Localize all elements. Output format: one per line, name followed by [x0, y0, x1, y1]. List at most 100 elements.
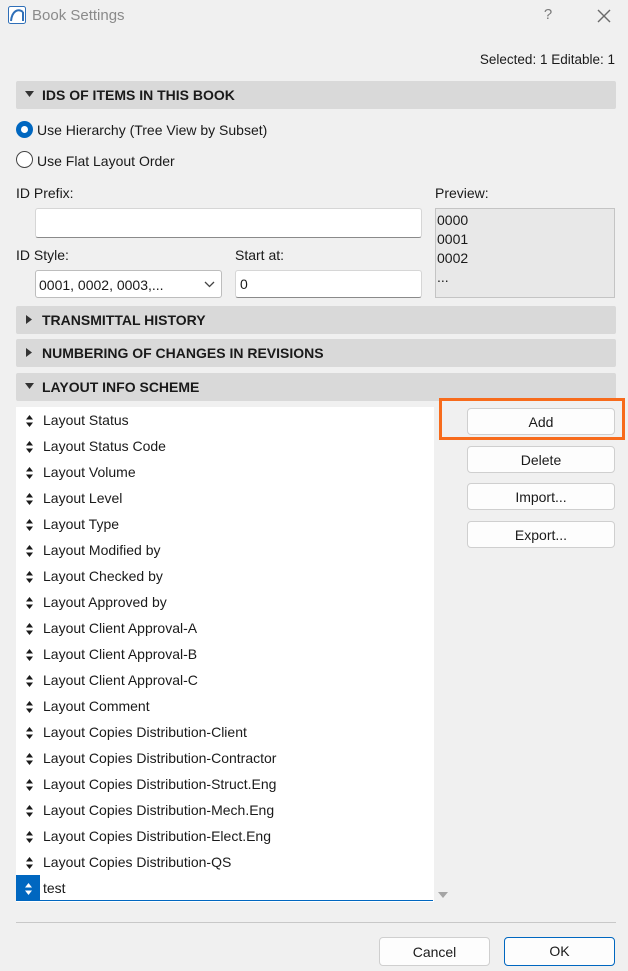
app-icon: [8, 6, 26, 24]
preview-line: 0001: [437, 231, 469, 247]
list-item-label: Layout Copies Distribution-Elect.Eng: [43, 828, 272, 844]
help-button[interactable]: ?: [536, 4, 560, 28]
list-item[interactable]: Layout Checked by: [16, 563, 434, 589]
drag-handle-icon[interactable]: [26, 518, 33, 534]
hierarchy-radio-label[interactable]: Use Hierarchy (Tree View by Subset): [37, 122, 267, 138]
list-item-label: Layout Client Approval-A: [43, 620, 198, 636]
drag-handle-icon[interactable]: [26, 726, 33, 742]
list-item[interactable]: Layout Approved by: [16, 589, 434, 615]
id-style-value: 0001, 0002, 0003,...: [39, 277, 164, 293]
list-item-edit-field[interactable]: [40, 875, 433, 901]
list-item-label: Layout Checked by: [43, 568, 163, 584]
close-icon: [597, 9, 611, 23]
footer-divider: [16, 922, 616, 923]
triangle-down-icon: [25, 383, 34, 389]
triangle-right-icon: [26, 348, 32, 357]
list-item-label: Layout Approved by: [43, 594, 167, 610]
id-style-select[interactable]: 0001, 0002, 0003,...: [35, 270, 222, 298]
id-style-label: ID Style:: [16, 247, 69, 263]
window-title: Book Settings: [32, 7, 125, 24]
list-item-label: Layout Client Approval-C: [43, 672, 198, 688]
drag-handle-icon[interactable]: [26, 778, 33, 794]
scroll-down-arrow-icon[interactable]: [438, 892, 448, 899]
preview-label: Preview:: [435, 185, 489, 201]
flat-order-radio-label[interactable]: Use Flat Layout Order: [37, 153, 175, 169]
list-item-label: Layout Copies Distribution-Struct.Eng: [43, 776, 277, 792]
list-item-label: Layout Copies Distribution-QS: [43, 854, 232, 870]
list-item[interactable]: Layout Copies Distribution-Struct.Eng: [16, 771, 434, 797]
preview-line: 0002: [437, 250, 469, 266]
section-layout-info-label: LAYOUT INFO SCHEME: [42, 379, 200, 395]
list-item-label: Layout Type: [43, 516, 120, 532]
drag-handle-icon[interactable]: [25, 882, 32, 898]
drag-handle-icon[interactable]: [26, 466, 33, 482]
list-item-label: Layout Comment: [43, 698, 150, 714]
list-item[interactable]: Layout Volume: [16, 459, 434, 485]
selection-info: Selected: 1 Editable: 1: [479, 52, 615, 67]
hierarchy-radio[interactable]: [16, 121, 33, 138]
flat-order-radio[interactable]: [16, 151, 33, 168]
drag-handle-icon[interactable]: [26, 570, 33, 586]
list-item[interactable]: Layout Copies Distribution-Contractor: [16, 745, 434, 771]
preview-line: 0000: [437, 212, 469, 228]
start-at-label: Start at:: [235, 247, 285, 263]
list-item-editing[interactable]: test: [16, 875, 434, 901]
list-item[interactable]: Layout Copies Distribution-Elect.Eng: [16, 823, 434, 849]
list-item[interactable]: Layout Client Approval-A: [16, 615, 434, 641]
triangle-right-icon: [26, 315, 32, 324]
export-button[interactable]: Export...: [467, 521, 615, 548]
triangle-down-icon: [25, 91, 34, 97]
add-button[interactable]: Add: [467, 408, 615, 435]
list-item[interactable]: Layout Client Approval-B: [16, 641, 434, 667]
id-prefix-label: ID Prefix:: [16, 185, 74, 201]
drag-handle-icon[interactable]: [26, 830, 33, 846]
layout-info-list[interactable]: Layout Status Layout Status Code Layout Vo…: [16, 407, 434, 902]
drag-handle-icon[interactable]: [26, 700, 33, 716]
list-item[interactable]: Layout Level: [16, 485, 434, 511]
drag-handle-icon[interactable]: [26, 648, 33, 664]
list-item-edit-text[interactable]: test: [43, 880, 66, 896]
list-item[interactable]: Layout Modified by: [16, 537, 434, 563]
ok-button[interactable]: OK: [504, 937, 615, 966]
close-button[interactable]: [592, 4, 616, 28]
list-item-label: Layout Status: [43, 412, 129, 428]
section-layout-info-header[interactable]: LAYOUT INFO SCHEME: [16, 373, 616, 401]
drag-handle-icon[interactable]: [26, 856, 33, 872]
section-transmittal-header[interactable]: TRANSMITTAL HISTORY: [16, 306, 616, 334]
list-item[interactable]: Layout Client Approval-C: [16, 667, 434, 693]
id-prefix-input[interactable]: [35, 208, 422, 238]
list-item-label: Layout Level: [43, 490, 123, 506]
start-at-input[interactable]: [235, 270, 422, 298]
list-item[interactable]: Layout Status: [16, 407, 434, 433]
section-numbering-label: NUMBERING OF CHANGES IN REVISIONS: [42, 345, 324, 361]
drag-handle-icon[interactable]: [26, 440, 33, 456]
drag-handle-icon[interactable]: [26, 752, 33, 768]
drag-handle-icon[interactable]: [26, 804, 33, 820]
import-button[interactable]: Import...: [467, 483, 615, 510]
drag-handle-icon[interactable]: [26, 674, 33, 690]
list-item[interactable]: Layout Copies Distribution-Mech.Eng: [16, 797, 434, 823]
drag-handle-icon[interactable]: [26, 544, 33, 560]
list-item-label: Layout Volume: [43, 464, 136, 480]
list-item-label: Layout Status Code: [43, 438, 166, 454]
list-item-label: Layout Copies Distribution-Mech.Eng: [43, 802, 275, 818]
list-item[interactable]: Layout Type: [16, 511, 434, 537]
drag-handle-icon[interactable]: [26, 596, 33, 612]
drag-handle-icon[interactable]: [26, 492, 33, 508]
list-item[interactable]: Layout Comment: [16, 693, 434, 719]
list-item-label: Layout Copies Distribution-Client: [43, 724, 247, 740]
cancel-button[interactable]: Cancel: [379, 937, 490, 966]
list-item[interactable]: Layout Copies Distribution-QS: [16, 849, 434, 875]
delete-button[interactable]: Delete: [467, 446, 615, 473]
section-transmittal-label: TRANSMITTAL HISTORY: [42, 312, 206, 328]
preview-line: ...: [437, 269, 449, 285]
section-ids-header[interactable]: IDS OF ITEMS IN THIS BOOK: [16, 81, 616, 109]
list-item[interactable]: Layout Status Code: [16, 433, 434, 459]
list-item[interactable]: Layout Copies Distribution-Client: [16, 719, 434, 745]
drag-handle-icon[interactable]: [26, 622, 33, 638]
section-numbering-header[interactable]: NUMBERING OF CHANGES IN REVISIONS: [16, 339, 616, 367]
list-item-label: Layout Modified by: [43, 542, 161, 558]
list-item-label: Layout Client Approval-B: [43, 646, 198, 662]
section-ids-label: IDS OF ITEMS IN THIS BOOK: [42, 87, 235, 103]
drag-handle-icon[interactable]: [26, 414, 33, 430]
